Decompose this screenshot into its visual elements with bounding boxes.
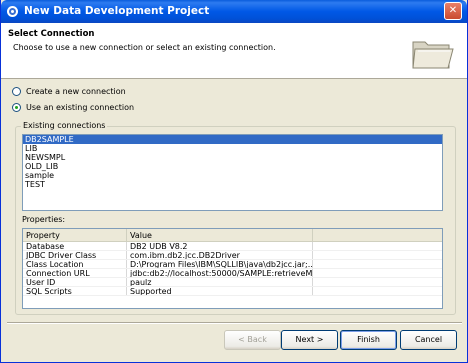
table-row[interactable]: JDBC Driver Class com.ibm.db2.jcc.DB2Dri…: [23, 251, 442, 260]
finish-button[interactable]: Finish: [340, 330, 397, 350]
property-value: Supported: [127, 287, 313, 295]
property-value: com.ibm.db2.jcc.DB2Driver: [127, 251, 313, 259]
use-existing-connection-label: Use an existing connection: [26, 103, 135, 112]
next-button[interactable]: Next >: [281, 330, 338, 350]
create-new-connection-option[interactable]: Create a new connection: [12, 87, 126, 96]
list-item[interactable]: NEWSMPL: [23, 153, 442, 162]
wizard-header: Select Connection Choose to use a new co…: [1, 23, 467, 79]
list-item[interactable]: TEST: [23, 180, 442, 189]
use-existing-connection-radio[interactable]: [12, 103, 21, 112]
list-item[interactable]: LIB: [23, 144, 442, 153]
property-extra: [313, 251, 442, 259]
property-value: D:\Program Files\IBM\SQLLIB\java\db2jcc.…: [127, 260, 313, 268]
back-button[interactable]: < Back: [224, 330, 281, 350]
table-row[interactable]: Connection URL jdbc:db2://localhost:5000…: [23, 269, 442, 278]
table-row[interactable]: User ID paulz: [23, 278, 442, 287]
page-title: Select Connection: [8, 29, 95, 39]
use-existing-connection-option[interactable]: Use an existing connection: [12, 103, 134, 112]
cancel-button[interactable]: Cancel: [400, 330, 457, 350]
title-bar[interactable]: New Data Development Project ✕: [1, 0, 467, 23]
table-header: Property Value: [23, 229, 442, 242]
property-extra: [313, 242, 442, 250]
property-name: SQL Scripts: [23, 287, 127, 295]
property-name: Connection URL: [23, 269, 127, 277]
dialog-window: New Data Development Project ✕ Select Co…: [0, 0, 468, 363]
connections-list[interactable]: DB2SAMPLE LIB NEWSMPL OLD_LIB sample TES…: [22, 134, 443, 211]
property-extra: [313, 278, 442, 286]
list-item[interactable]: sample: [23, 171, 442, 180]
list-item[interactable]: DB2SAMPLE: [23, 135, 442, 144]
existing-connections-legend: Existing connections: [21, 121, 108, 130]
app-icon: [7, 6, 18, 17]
property-extra: [313, 260, 442, 268]
property-value: DB2 UDB V8.2: [127, 242, 313, 250]
properties-label: Properties:: [22, 215, 66, 224]
page-description: Choose to use a new connection or select…: [13, 43, 276, 52]
column-header-property[interactable]: Property: [23, 229, 127, 241]
create-new-connection-radio[interactable]: [12, 87, 21, 96]
property-name: Database: [23, 242, 127, 250]
table-row[interactable]: Class Location D:\Program Files\IBM\SQLL…: [23, 260, 442, 269]
property-name: User ID: [23, 278, 127, 286]
table-row[interactable]: SQL Scripts Supported: [23, 287, 442, 296]
button-separator: [7, 322, 462, 324]
column-header-extra: [313, 229, 442, 241]
property-value: jdbc:db2://localhost:50000/SAMPLE:retrie…: [127, 269, 313, 277]
property-name: JDBC Driver Class: [23, 251, 127, 259]
list-item[interactable]: OLD_LIB: [23, 162, 442, 171]
table-row[interactable]: Database DB2 UDB V8.2: [23, 242, 442, 251]
property-extra: [313, 269, 442, 277]
properties-table[interactable]: Property Value Database DB2 UDB V8.2 JDB…: [22, 228, 443, 309]
column-header-value[interactable]: Value: [127, 229, 313, 241]
window-title: New Data Development Project: [24, 5, 210, 17]
create-new-connection-label: Create a new connection: [26, 87, 126, 96]
property-name: Class Location: [23, 260, 127, 268]
property-value: paulz: [127, 278, 313, 286]
folder-icon: [412, 41, 454, 69]
close-button[interactable]: ✕: [444, 2, 462, 20]
property-extra: [313, 287, 442, 295]
